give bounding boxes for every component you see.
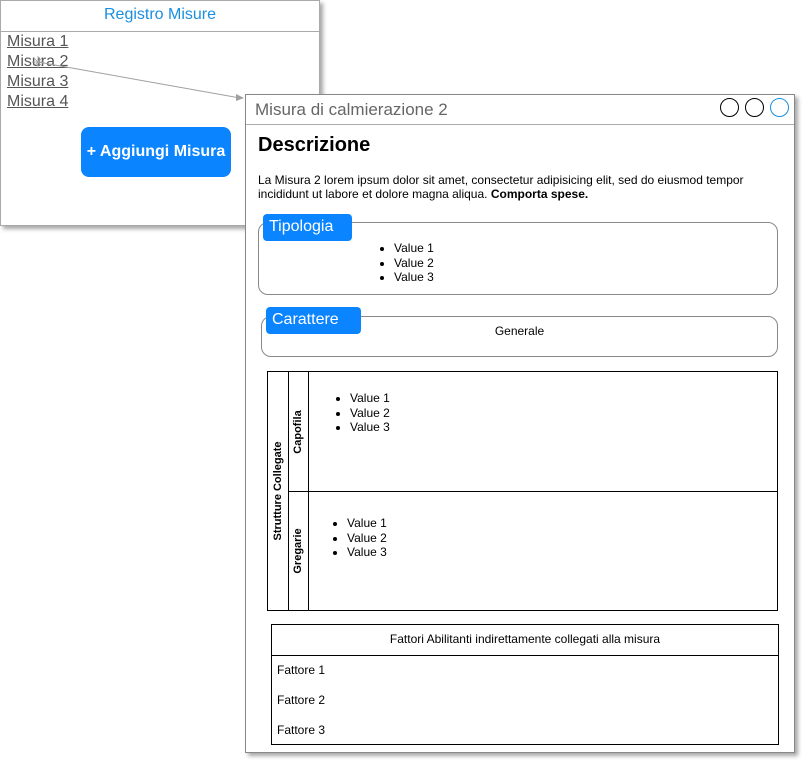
connector-line	[37, 61, 241, 99]
connector-arrow	[32, 56, 244, 101]
connector-origin-icon	[32, 56, 44, 68]
connector-arrowhead	[236, 94, 244, 101]
